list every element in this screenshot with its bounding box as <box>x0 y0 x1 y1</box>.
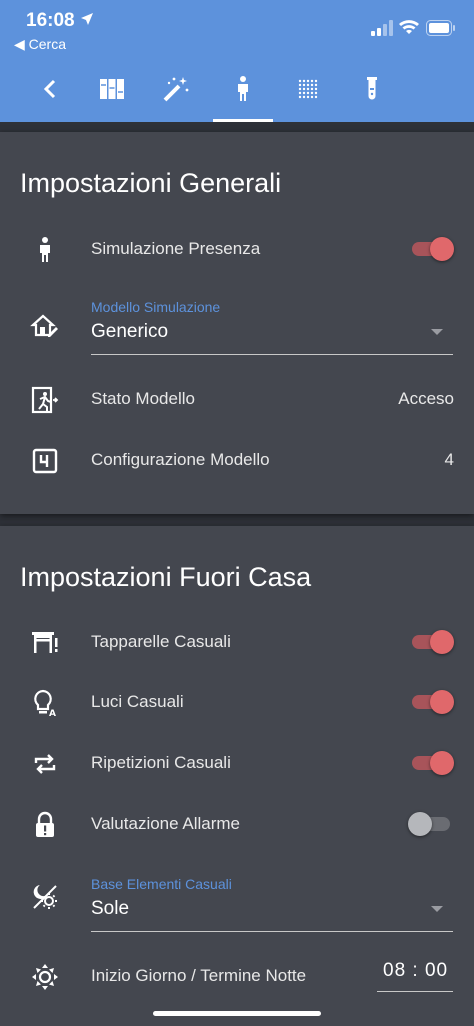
presence-simulation-label: Simulazione Presenza <box>91 239 261 258</box>
home-edit-icon <box>30 311 60 341</box>
simulation-model-value: Generico <box>91 321 169 342</box>
window-shutter-icon <box>30 628 60 658</box>
presence-simulation-toggle[interactable] <box>408 237 454 261</box>
toggle-thumb <box>430 751 454 775</box>
number-box-4-icon <box>30 446 60 476</box>
day-start-time-input[interactable]: 08 : 00 <box>377 958 453 992</box>
card-title-general: Impostazioni Generali <box>20 168 282 198</box>
magic-wand-icon <box>163 77 189 102</box>
random-base-field-label: Base Elementi Casuali <box>91 876 232 892</box>
random-shutters-toggle[interactable] <box>408 630 454 654</box>
random-repetitions-toggle[interactable] <box>408 751 454 775</box>
sun-moon-icon <box>30 882 60 912</box>
battery-icon <box>426 20 455 36</box>
lightbulb-auto-icon: A <box>30 688 60 719</box>
row-alarm-evaluation[interactable]: Valutazione Allarme <box>0 796 474 852</box>
back-chevron-icon <box>43 79 56 99</box>
toggle-thumb <box>408 812 432 836</box>
model-configuration-value: 4 <box>444 450 454 469</box>
row-random-shutters[interactable]: Tapparelle Casuali <box>0 614 474 670</box>
svg-text:A: A <box>49 709 56 718</box>
random-lights-label: Luci Casuali <box>91 692 184 711</box>
dots-grid-icon <box>298 79 318 99</box>
row-random-lights[interactable]: A Luci Casuali <box>0 674 474 730</box>
card-title-away: Impostazioni Fuori Casa <box>20 562 312 592</box>
toggle-thumb <box>430 690 454 714</box>
day-start-time-value: 08 : 00 <box>383 960 449 981</box>
random-base-value: Sole <box>91 898 130 919</box>
wifi-icon <box>399 20 419 34</box>
random-lights-toggle[interactable] <box>408 690 454 714</box>
field-underline <box>91 931 453 932</box>
toggle-thumb <box>430 630 454 654</box>
tab-dashboard[interactable] <box>82 56 142 122</box>
test-tube-icon <box>367 77 377 100</box>
alarm-evaluation-toggle[interactable] <box>408 812 454 836</box>
model-state-value: Acceso <box>398 389 454 408</box>
top-toolbar <box>0 56 474 122</box>
row-random-repetitions[interactable]: Ripetizioni Casuali <box>0 735 474 791</box>
tab-presence[interactable] <box>213 56 273 122</box>
general-settings-card: Impostazioni Generali Simulazione Presen… <box>0 132 474 514</box>
simulation-model-select[interactable]: Modello Simulazione Generico <box>91 299 453 355</box>
field-underline <box>377 991 453 992</box>
alarm-evaluation-label: Valutazione Allarme <box>91 814 240 833</box>
day-start-label: Inizio Giorno / Termine Notte <box>91 966 307 985</box>
tab-grid[interactable] <box>278 56 338 122</box>
toggle-thumb <box>430 237 454 261</box>
status-bar: 16:08 ◀ Cerca <box>0 0 474 56</box>
row-model-state: Stato Modello Acceso <box>0 371 474 427</box>
chevron-down-icon <box>431 906 443 912</box>
back-to-app-link[interactable]: ◀ Cerca <box>14 36 66 53</box>
cellular-signal-icon <box>371 20 393 36</box>
model-configuration-label: Configurazione Modello <box>91 450 270 469</box>
away-settings-card: Impostazioni Fuori Casa Tapparelle Casua… <box>0 526 474 1026</box>
random-repetitions-label: Ripetizioni Casuali <box>91 753 231 772</box>
field-underline <box>91 354 453 355</box>
simulation-model-field-label: Modello Simulazione <box>91 299 221 315</box>
clock: 16:08 <box>26 10 75 31</box>
active-tab-indicator <box>213 119 273 122</box>
repeat-icon <box>30 749 60 779</box>
person-icon <box>238 76 248 101</box>
row-model-configuration: Configurazione Modello 4 <box>0 432 474 488</box>
person-icon <box>30 235 60 265</box>
random-shutters-label: Tapparelle Casuali <box>91 632 231 651</box>
tab-automations[interactable] <box>146 56 206 122</box>
chevron-down-icon <box>431 329 443 335</box>
random-base-select[interactable]: Base Elementi Casuali Sole <box>91 876 453 932</box>
columns-icon <box>100 79 124 99</box>
tab-tests[interactable] <box>342 56 402 122</box>
home-indicator[interactable] <box>153 1011 321 1016</box>
model-state-label: Stato Modello <box>91 389 195 408</box>
row-presence-simulation[interactable]: Simulazione Presenza <box>0 221 474 277</box>
door-exit-icon <box>30 385 60 415</box>
sun-settings-icon <box>30 962 60 992</box>
lock-alert-icon <box>30 810 60 840</box>
location-arrow-icon <box>81 13 93 25</box>
back-button[interactable] <box>20 56 80 122</box>
